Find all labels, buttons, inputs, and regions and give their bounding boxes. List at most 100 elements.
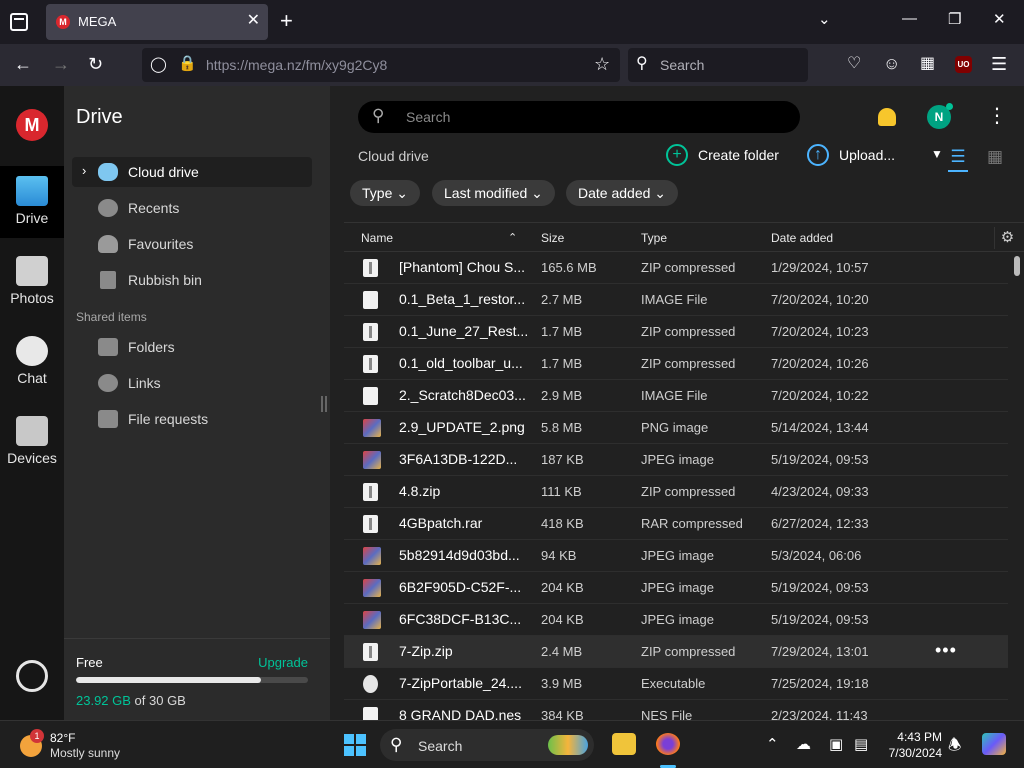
network-icon[interactable]: ▤: [854, 735, 868, 753]
sidebar-item-folders[interactable]: Folders: [72, 332, 312, 362]
taskbar-search[interactable]: ⚲ Search: [380, 729, 594, 761]
mega-search-input[interactable]: ⚲ Search: [358, 101, 800, 133]
file-name[interactable]: 7-ZipPortable_24....: [399, 675, 522, 691]
table-row[interactable]: 5b82914d9d03bd... 94 KB JPEG image 5/3/2024…: [344, 540, 1008, 572]
upgrade-link[interactable]: Upgrade: [258, 655, 308, 670]
column-size[interactable]: Size: [541, 231, 564, 245]
list-view-icon[interactable]: ☰: [948, 148, 968, 172]
pocket-icon[interactable]: ♡: [847, 54, 861, 74]
file-name[interactable]: 2._Scratch8Dec03...: [399, 387, 526, 403]
chevron-down-icon[interactable]: ▼: [931, 147, 943, 161]
notification-bell-icon[interactable]: [878, 108, 896, 126]
extensions-icon[interactable]: ▦: [920, 54, 935, 74]
file-name[interactable]: 6FC38DCF-B13C...: [399, 611, 521, 627]
file-name[interactable]: 3F6A13DB-122D...: [399, 451, 517, 467]
reload-icon[interactable]: ↻: [88, 54, 103, 74]
file-name[interactable]: [Phantom] Chou S...: [399, 259, 525, 275]
table-row[interactable]: 6FC38DCF-B13C... 204 KB JPEG image 5/19/202…: [344, 604, 1008, 636]
table-row[interactable]: 7-Zip.zip 2.4 MB ZIP compressed 7/29/2024, …: [344, 636, 1008, 668]
bookmark-star-icon[interactable]: ☆: [594, 54, 610, 74]
scrollbar-thumb[interactable]: [1014, 256, 1020, 276]
file-name[interactable]: 4GBpatch.rar: [399, 515, 482, 531]
table-row[interactable]: 0.1_Beta_1_restor... 2.7 MB IMAGE File 7/20…: [344, 284, 1008, 316]
sidebar-item-recents[interactable]: Recents: [72, 193, 312, 223]
file-name[interactable]: 0.1_old_toolbar_u...: [399, 355, 523, 371]
sort-ascending-icon[interactable]: ⌃: [508, 231, 517, 244]
app-menu-icon[interactable]: ☰: [991, 54, 1007, 74]
sidebar-item-links[interactable]: Links: [72, 368, 312, 398]
list-all-tabs-icon[interactable]: [10, 13, 28, 31]
rail-item-chat[interactable]: Chat: [0, 326, 64, 398]
onedrive-icon[interactable]: ☁: [796, 735, 811, 753]
sidebar-item-cloud-drive[interactable]: › Cloud drive: [72, 157, 312, 187]
file-name[interactable]: 0.1_June_27_Rest...: [399, 323, 528, 339]
sidebar-resize-handle[interactable]: [321, 396, 327, 412]
gear-icon[interactable]: ⚙: [994, 227, 1020, 249]
back-arrow-icon[interactable]: ←: [14, 54, 32, 74]
display-icon[interactable]: ▣: [829, 735, 843, 753]
window-close-icon[interactable]: ✕: [993, 10, 1006, 28]
close-tab-icon[interactable]: ✕: [247, 12, 260, 30]
shield-icon[interactable]: ◯: [150, 55, 167, 75]
tab-overflow-chevron-icon[interactable]: ⌄: [818, 10, 831, 28]
table-row[interactable]: 2.9_UPDATE_2.png 5.8 MB PNG image 5/14/2024…: [344, 412, 1008, 444]
file-name[interactable]: 2.9_UPDATE_2.png: [399, 419, 525, 435]
weather-temperature[interactable]: 82°F: [50, 731, 75, 745]
table-row[interactable]: 0.1_June_27_Rest... 1.7 MB ZIP compressed 7…: [344, 316, 1008, 348]
mega-logo[interactable]: M: [16, 109, 48, 141]
sidebar-item-rubbish-bin[interactable]: Rubbish bin: [72, 265, 312, 295]
start-button-icon[interactable]: [344, 734, 366, 756]
table-row[interactable]: 3F6A13DB-122D... 187 KB JPEG image 5/19/202…: [344, 444, 1008, 476]
table-row[interactable]: 0.1_old_toolbar_u... 1.7 MB ZIP compressed…: [344, 348, 1008, 380]
filter-date-added[interactable]: Date added ⌄: [566, 180, 679, 206]
url-text[interactable]: https://mega.nz/fm/xy9g2Cy8: [206, 57, 387, 73]
chevron-right-icon[interactable]: ›: [82, 163, 86, 178]
ublock-extension-icon[interactable]: UO: [955, 56, 972, 73]
lock-icon[interactable]: 🔒: [178, 54, 197, 74]
restore-icon[interactable]: ❐: [948, 10, 961, 28]
table-row[interactable]: 7-ZipPortable_24.... 3.9 MB Executable 7/25…: [344, 668, 1008, 700]
minimize-icon[interactable]: —: [902, 10, 917, 27]
breadcrumb[interactable]: Cloud drive: [358, 148, 429, 164]
filter-last-modified[interactable]: Last modified ⌄: [432, 180, 555, 206]
file-name[interactable]: 0.1_Beta_1_restor...: [399, 291, 525, 307]
rail-item-photos[interactable]: Photos: [0, 246, 64, 318]
grid-view-icon[interactable]: ▦: [985, 148, 1005, 166]
sidebar-item-file-requests[interactable]: File requests: [72, 404, 312, 434]
row-more-options-icon[interactable]: •••: [935, 640, 957, 661]
file-name[interactable]: 4.8.zip: [399, 483, 440, 499]
file-explorer-icon[interactable]: [612, 733, 636, 755]
browser-search-box[interactable]: ⚲ Search: [628, 48, 808, 82]
account-icon[interactable]: ☺: [883, 54, 900, 74]
file-list-scrollbar[interactable]: [1014, 256, 1020, 716]
more-options-icon[interactable]: ⋮: [987, 106, 1007, 126]
new-tab-button[interactable]: +: [280, 10, 293, 32]
table-row[interactable]: 4GBpatch.rar 418 KB RAR compressed 6/27/202…: [344, 508, 1008, 540]
file-name[interactable]: 6B2F905D-C52F-...: [399, 579, 521, 595]
file-name[interactable]: 5b82914d9d03bd...: [399, 547, 520, 563]
table-row[interactable]: [Phantom] Chou S... 165.6 MB ZIP compresse…: [344, 252, 1008, 284]
show-hidden-icons-chevron-icon[interactable]: ⌃: [766, 735, 779, 753]
notifications-bell-icon[interactable]: 🕭: [948, 735, 961, 760]
rail-item-devices[interactable]: Devices: [0, 406, 64, 478]
transfer-manager-icon[interactable]: [16, 660, 48, 692]
avatar[interactable]: N: [927, 103, 953, 129]
table-row[interactable]: 4.8.zip 111 KB ZIP compressed 4/23/2024, 09…: [344, 476, 1008, 508]
file-name[interactable]: 7-Zip.zip: [399, 643, 453, 659]
file-name[interactable]: 8 GRAND DAD.nes: [399, 707, 521, 720]
firefox-icon[interactable]: [656, 733, 680, 755]
column-type[interactable]: Type: [641, 231, 667, 245]
table-row[interactable]: 6B2F905D-C52F-... 204 KB JPEG image 5/19/20…: [344, 572, 1008, 604]
table-row[interactable]: 8 GRAND DAD.nes 384 KB NES File 2/23/2024, …: [344, 700, 1008, 720]
column-date-added[interactable]: Date added: [771, 231, 833, 245]
browser-tab[interactable]: M MEGA ✕: [46, 4, 268, 40]
copilot-icon[interactable]: [982, 733, 1006, 755]
table-row[interactable]: 2._Scratch8Dec03... 2.9 MB IMAGE File 7/20/…: [344, 380, 1008, 412]
url-bar[interactable]: ◯ 🔒 https://mega.nz/fm/xy9g2Cy8 ☆: [142, 48, 620, 82]
sidebar-item-favourites[interactable]: Favourites: [72, 229, 312, 259]
weather-condition[interactable]: Mostly sunny: [50, 746, 120, 760]
column-name[interactable]: Name: [361, 231, 393, 245]
filter-type[interactable]: Type ⌄: [350, 180, 420, 206]
system-clock[interactable]: 4:43 PM 7/30/2024: [882, 729, 942, 761]
rail-item-drive[interactable]: Drive: [0, 166, 64, 238]
